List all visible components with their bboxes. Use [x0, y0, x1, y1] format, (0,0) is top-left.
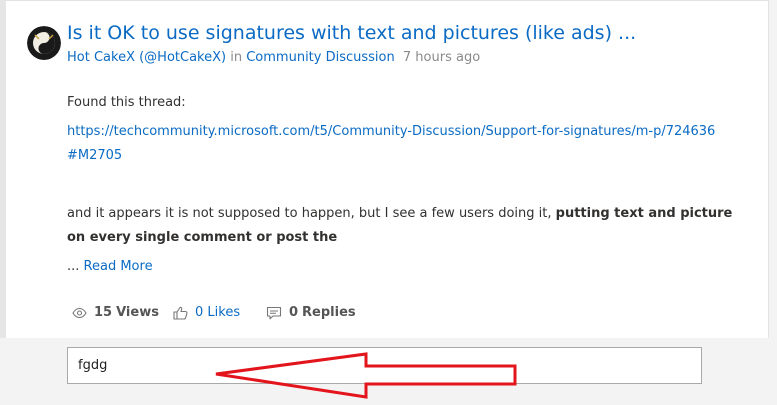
thread-link-line2[interactable]: #M2705: [67, 147, 122, 165]
body-line-2-bold: on every single comment or post the: [67, 230, 338, 245]
replies-count: 0: [289, 305, 299, 320]
body-line-1-plain: and it appears it is not supposed to hap…: [67, 206, 552, 221]
reply-input[interactable]: [67, 347, 702, 384]
body-line-1-bold: putting text and picture: [555, 206, 733, 221]
post-title-link[interactable]: Is it OK to use signatures with text and…: [67, 20, 747, 46]
body-line-2: on every single comment or post the: [67, 229, 337, 247]
board-link[interactable]: Community Discussion: [246, 50, 395, 65]
views-label: Views: [116, 305, 159, 320]
likes-stat[interactable]: 0 Likes: [173, 304, 240, 322]
eye-icon: [72, 307, 87, 319]
body-line-1: and it appears it is not supposed to hap…: [67, 205, 732, 223]
thread-link-line1[interactable]: https://techcommunity.microsoft.com/t5/C…: [67, 123, 715, 141]
read-more-link[interactable]: Read More: [84, 259, 153, 274]
views-stat: 15 Views: [72, 304, 159, 322]
post-time: 7 hours ago: [402, 50, 481, 65]
comment-icon: [266, 306, 282, 320]
likes-link[interactable]: 0 Likes: [195, 304, 240, 322]
post-meta: Hot CakeX (@HotCakeX) in Community Discu…: [67, 49, 480, 67]
views-count: 15: [94, 305, 113, 320]
replies-label: Replies: [302, 305, 356, 320]
thumbs-up-icon[interactable]: [173, 306, 188, 320]
ellipsis: ...: [67, 259, 80, 274]
avatar[interactable]: [27, 26, 61, 60]
read-more-row: ... Read More: [67, 258, 153, 276]
body-intro: Found this thread:: [67, 95, 186, 110]
in-label: in: [230, 50, 243, 65]
author-link[interactable]: Hot CakeX (@HotCakeX): [67, 50, 226, 65]
avatar-yin-yang-icon: [27, 26, 61, 60]
replies-stat: 0 Replies: [266, 304, 356, 322]
